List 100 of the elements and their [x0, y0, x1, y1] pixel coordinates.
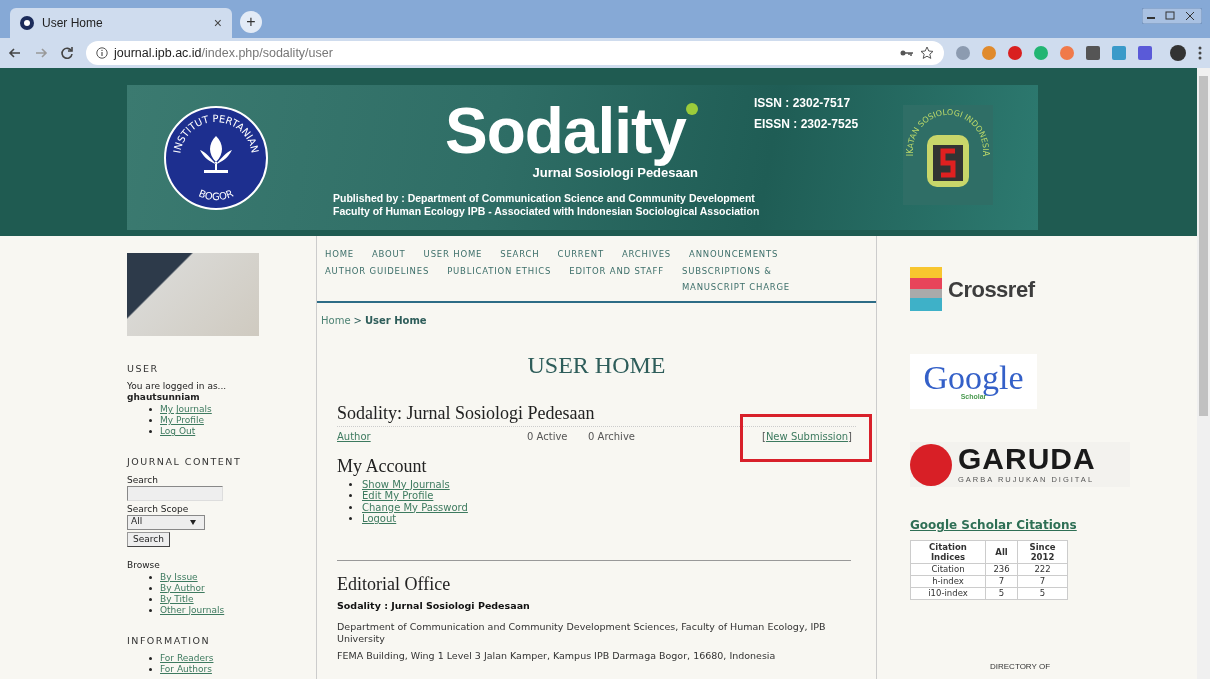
- login-text: You are logged in as...: [127, 381, 228, 393]
- role-link[interactable]: Author: [337, 429, 527, 444]
- eissn-text: EISSN : 2302-7525: [754, 116, 859, 133]
- office-address: FEMA Building, Wing 1 Level 3 Jalan Kamper, Kampus IPB Darmaga Bogor, 16680, Indonesia: [337, 649, 777, 662]
- issn-text: ISSN : 2302-7517: [754, 95, 852, 112]
- nav-link[interactable]: SUBSCRIPTIONS & MANUSCRIPT CHARGE: [681, 262, 807, 296]
- sidebar-link[interactable]: Other Journals: [160, 604, 225, 616]
- key-icon[interactable]: [900, 48, 914, 58]
- bullet-icon: [149, 608, 152, 612]
- sidebar-link[interactable]: For Authors: [160, 663, 212, 675]
- sidebar-link[interactable]: By Author: [160, 582, 205, 594]
- extension-icon[interactable]: [1060, 46, 1074, 60]
- bullet-icon: [149, 586, 152, 590]
- extension-icon[interactable]: [956, 46, 970, 60]
- field-label: Search: [127, 474, 159, 486]
- table-header: Since 2012: [1017, 540, 1068, 564]
- publisher-text: Published by : Department of Communication Science and Community Development: [333, 192, 756, 205]
- table-cell: 7: [985, 575, 1018, 588]
- nav-link[interactable]: ANNOUNCEMENTS: [689, 246, 779, 263]
- garuda-logo: GARUDA: [958, 443, 1096, 474]
- bullet-icon: [149, 597, 152, 601]
- search-field[interactable]: [127, 485, 223, 501]
- reload-icon[interactable]: [60, 46, 74, 60]
- nav-link[interactable]: AUTHOR GUIDELINES: [325, 262, 430, 279]
- breadcrumb-separator: >: [353, 314, 362, 326]
- nav-link[interactable]: PUBLICATION ETHICS: [447, 262, 552, 279]
- search-button[interactable]: Search: [127, 531, 170, 547]
- back-icon[interactable]: [8, 46, 22, 60]
- nav-link[interactable]: SEARCH: [500, 246, 540, 263]
- scrollbar[interactable]: [1197, 68, 1210, 679]
- section-heading: My Account: [337, 454, 428, 477]
- extension-icon[interactable]: [1008, 46, 1022, 60]
- publisher-text: Faculty of Human Ecology IPB - Associated with Indonesian Sociological Association: [333, 205, 760, 218]
- url-text: journal.ipb.ac.id/index.php/sodality/user: [114, 44, 334, 62]
- breadcrumb-link[interactable]: Home: [321, 314, 351, 326]
- profile-icon[interactable]: [1170, 45, 1186, 61]
- account-link[interactable]: Show My Journals: [362, 478, 450, 490]
- table-cell: 5: [1017, 587, 1068, 600]
- table-cell: 5: [985, 587, 1018, 600]
- sidebar-link[interactable]: My Profile: [160, 415, 204, 427]
- extension-icon[interactable]: [1034, 46, 1048, 60]
- bullet-icon: [349, 494, 352, 498]
- bullet-icon: [349, 505, 352, 509]
- username-text: ghautsunniam: [127, 392, 201, 404]
- tab-title: User Home: [42, 15, 104, 32]
- account-link[interactable]: Change My Password: [362, 501, 468, 513]
- bracket-text: [: [762, 430, 766, 444]
- account-link[interactable]: Edit My Profile: [362, 490, 434, 502]
- address-bar[interactable]: journal.ipb.ac.id/index.php/sodality/user: [86, 41, 944, 65]
- bracket-text: ]: [848, 430, 852, 444]
- sidebar-link[interactable]: By Issue: [160, 571, 198, 583]
- bullet-icon: [149, 419, 152, 423]
- sidebar-link[interactable]: Log Out: [160, 426, 196, 438]
- nav-link[interactable]: EDITOR AND STAFF: [569, 262, 664, 279]
- table-header: Citation Indices: [910, 540, 986, 564]
- breadcrumb-current: User Home: [364, 314, 427, 326]
- office-department: Department of Communication and Community Development Sciences, Faculty of Human Ecology, IPB University: [337, 620, 827, 645]
- browser-tab[interactable]: User Home ×: [10, 8, 232, 38]
- scope-dropdown[interactable]: All: [127, 514, 205, 530]
- active-count: 0 Active: [527, 430, 569, 444]
- sidebar-heading: INFORMATION: [127, 633, 212, 648]
- archive-count: 0 Archive: [588, 430, 636, 444]
- nav-link[interactable]: CURRENT: [557, 246, 604, 263]
- new-tab-button[interactable]: +: [240, 11, 262, 33]
- bullet-icon: [349, 482, 352, 486]
- extension-icon[interactable]: [982, 46, 996, 60]
- sidebar-link[interactable]: By Title: [160, 593, 194, 605]
- nav-link[interactable]: ARCHIVES: [621, 246, 672, 263]
- sidebar-heading: USER: [127, 362, 160, 376]
- nav-link[interactable]: HOME: [325, 246, 354, 263]
- page-title: USER HOME: [526, 350, 667, 380]
- field-label: Search Scope: [127, 503, 190, 515]
- close-tab-button[interactable]: ×: [213, 12, 222, 34]
- bullet-icon: [149, 656, 152, 660]
- table-cell: Citation: [910, 563, 986, 576]
- window-controls-icon: [1142, 8, 1202, 24]
- sidebar-link[interactable]: For Readers: [160, 652, 214, 664]
- bullet-icon: [349, 517, 352, 521]
- table-cell: 7: [1017, 575, 1068, 588]
- office-name: Sodality : Jurnal Sosiologi Pedesaan: [337, 598, 531, 613]
- info-icon: [96, 47, 108, 59]
- table-cell: i10-index: [910, 587, 986, 600]
- bullet-icon: [149, 430, 152, 434]
- account-link[interactable]: Logout: [362, 513, 397, 525]
- star-icon[interactable]: [920, 46, 934, 60]
- nav-link[interactable]: ABOUT: [372, 246, 406, 263]
- browse-label: Browse: [127, 559, 161, 571]
- nav-link[interactable]: USER HOME: [423, 246, 483, 263]
- table-header: All: [985, 540, 1018, 564]
- extension-icon[interactable]: [1086, 46, 1100, 60]
- bullet-icon: [149, 408, 152, 412]
- bullet-icon: [149, 667, 152, 671]
- menu-icon[interactable]: [1198, 46, 1202, 60]
- journal-name: Sodality: Jurnal Sosiologi Pedesaan: [337, 401, 856, 427]
- table-cell: h-index: [910, 575, 986, 588]
- doaj-logo: DIRECTORY OF: [990, 662, 1050, 671]
- citations-link[interactable]: Google Scholar Citations: [910, 516, 1077, 534]
- crossref-logo-icon: [910, 267, 942, 311]
- forward-icon[interactable]: [34, 46, 48, 60]
- sidebar-link[interactable]: My Journals: [160, 404, 212, 416]
